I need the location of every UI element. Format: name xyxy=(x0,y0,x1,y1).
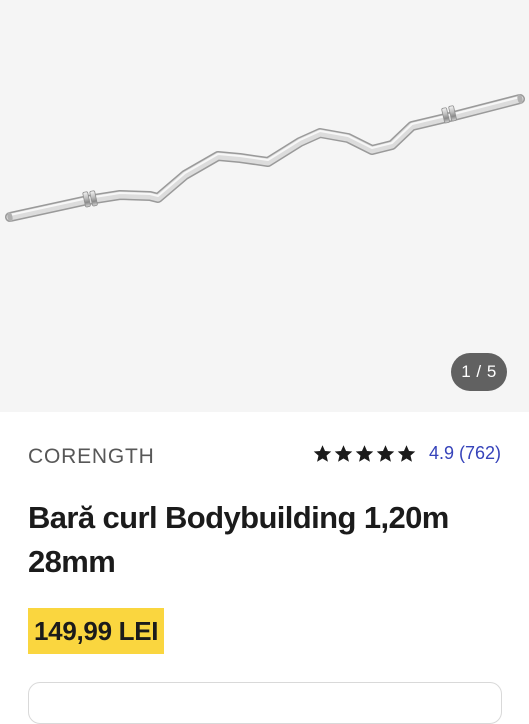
price-tag: 149,99 LEI xyxy=(28,608,165,654)
rating-summary[interactable]: 4.9 (762) xyxy=(312,443,501,464)
review-count-link[interactable]: (762) xyxy=(459,443,501,464)
curl-bar-image xyxy=(5,94,525,222)
star-icon xyxy=(376,445,395,462)
brand-name[interactable]: CORENGTH xyxy=(28,445,155,469)
star-icon xyxy=(397,445,416,462)
image-counter-badge: 1 / 5 xyxy=(451,353,507,391)
rating-score[interactable]: 4.9 xyxy=(429,443,454,464)
rating-stars xyxy=(312,443,417,464)
star-icon xyxy=(334,445,353,462)
product-meta-row: CORENGTH 4.9 (762) xyxy=(28,441,501,473)
star-icon xyxy=(355,445,374,462)
option-card[interactable] xyxy=(28,682,502,724)
star-icon xyxy=(313,445,332,462)
product-image-gallery[interactable]: 1 / 5 xyxy=(0,0,529,412)
product-title: Bară curl Bodybuilding 1,20m 28mm xyxy=(28,500,449,579)
